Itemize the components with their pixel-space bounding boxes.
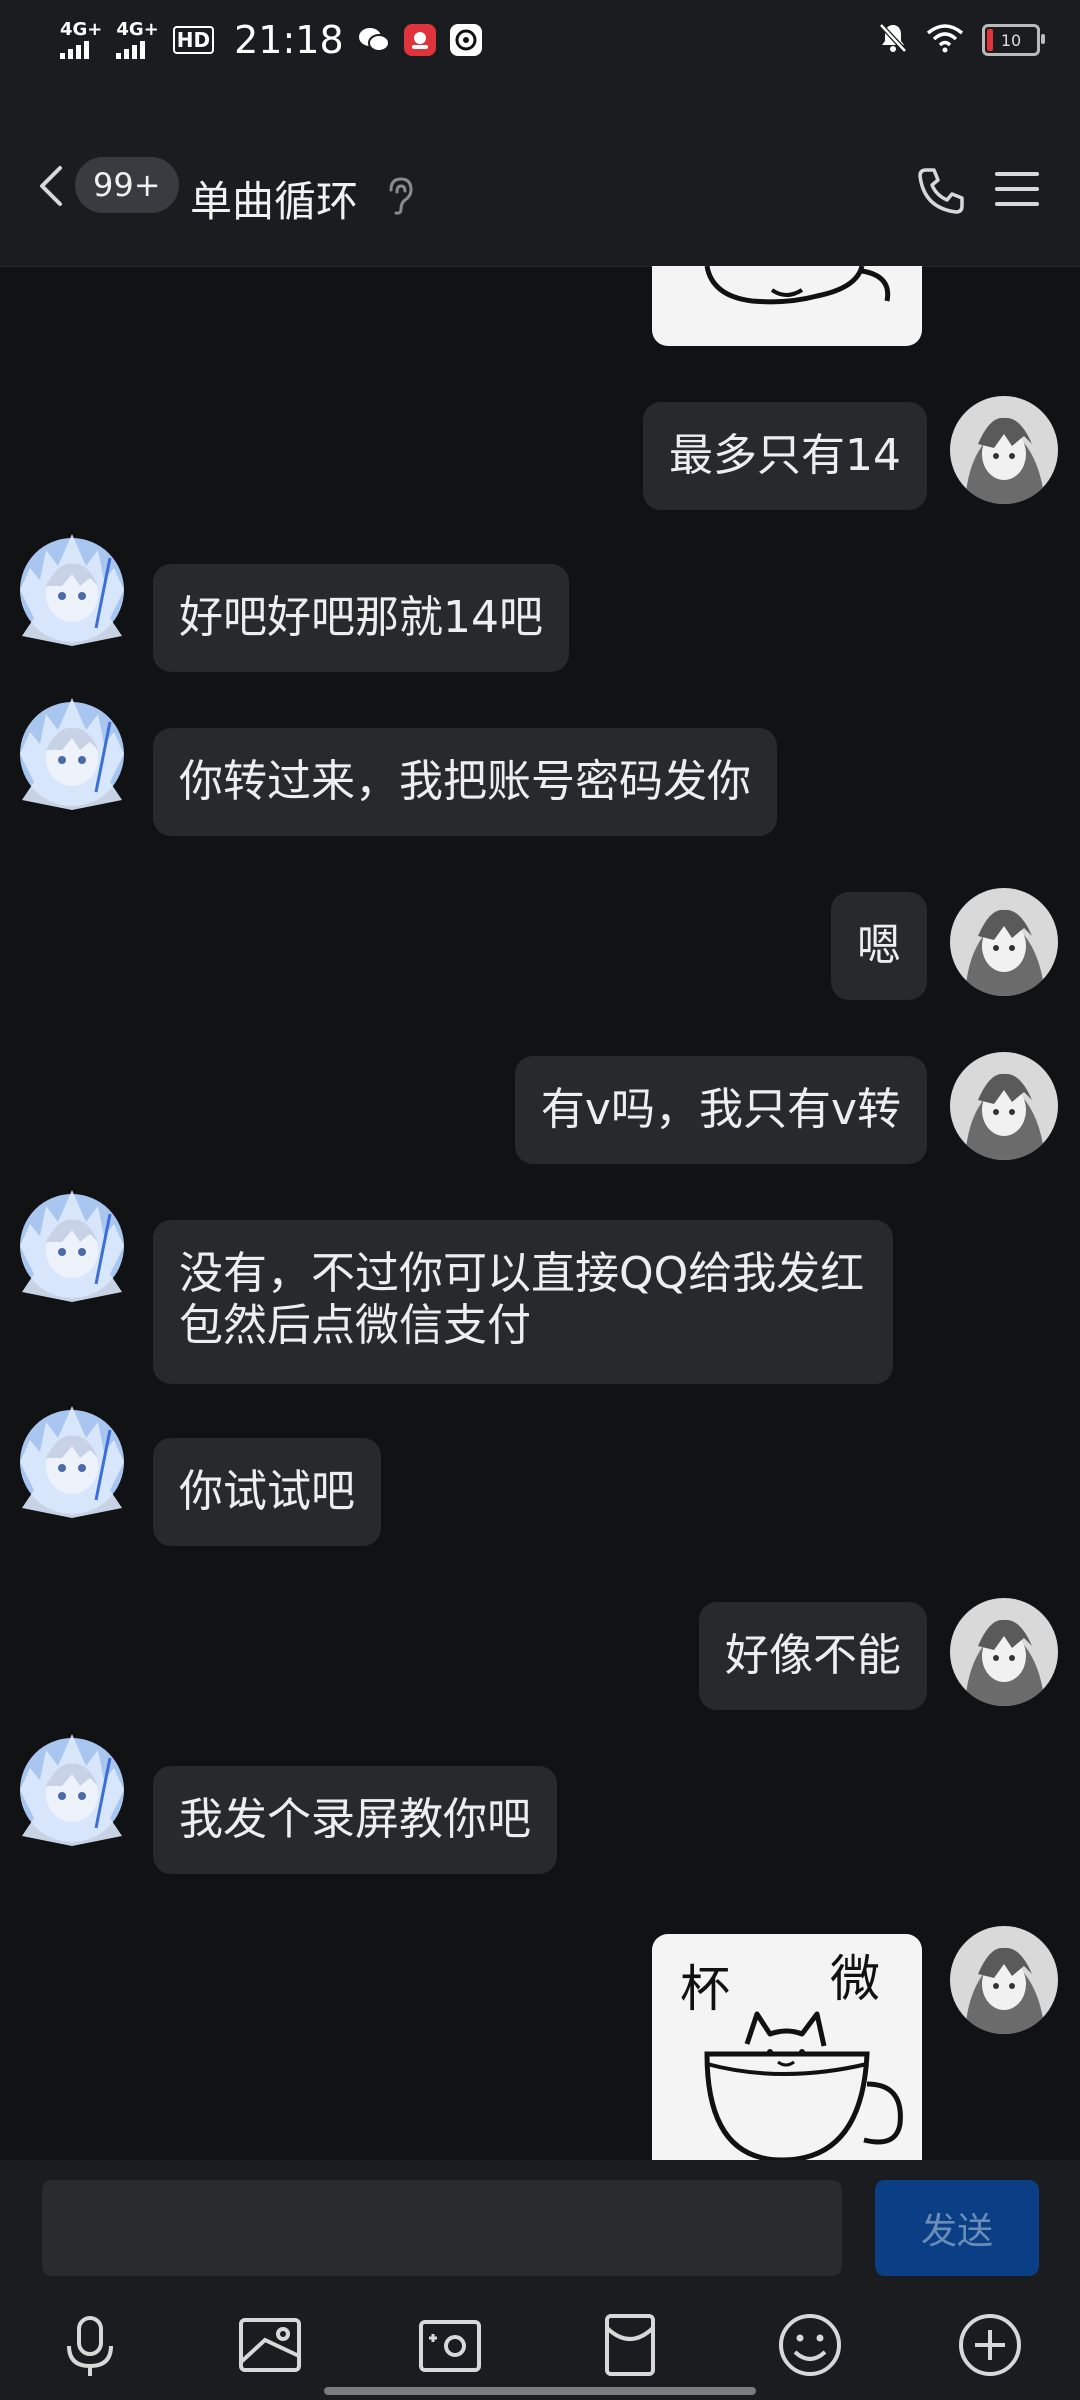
my-avatar[interactable] — [950, 1598, 1058, 1706]
chat-header: 99+ 单曲循环 — [0, 86, 1080, 267]
image-icon[interactable] — [235, 2310, 305, 2380]
contact-avatar[interactable] — [10, 528, 134, 652]
contact-avatar[interactable] — [10, 1728, 134, 1852]
my-avatar[interactable] — [950, 888, 1058, 996]
contact-avatar[interactable] — [10, 1184, 134, 1308]
incoming-message[interactable]: 好吧好吧那就14吧 — [153, 564, 569, 672]
phone-call-button[interactable] — [914, 164, 968, 218]
network-type-label: 4G+ — [116, 19, 159, 40]
hd-voice-badge: HD — [172, 26, 215, 54]
camera-icon[interactable] — [415, 2310, 485, 2380]
signal-bars-icon — [60, 41, 89, 59]
battery-level: 10 — [1000, 30, 1022, 50]
outgoing-message[interactable]: 嗯 — [831, 892, 927, 1000]
mute-icon — [878, 22, 908, 58]
network-type-label: 4G+ — [60, 19, 103, 40]
sticker-message[interactable] — [652, 266, 922, 346]
plus-icon[interactable] — [955, 2310, 1025, 2380]
unread-count-badge[interactable]: 99+ — [75, 157, 179, 213]
back-button[interactable] — [30, 164, 74, 208]
signal-indicator-1: 4G+ — [60, 21, 102, 59]
my-avatar[interactable] — [950, 396, 1058, 504]
emoji-icon[interactable] — [775, 2310, 845, 2380]
wifi-icon — [926, 23, 964, 57]
signal-indicator-2: 4G+ — [116, 19, 159, 59]
status-time: 21:18 — [234, 18, 344, 62]
input-bar: 发送 — [0, 2160, 1080, 2400]
incoming-message[interactable]: 你转过来，我把账号密码发你 — [153, 728, 777, 836]
incoming-message[interactable]: 你试试吧 — [153, 1438, 381, 1546]
incoming-message[interactable]: 我发个录屏教你吧 — [153, 1766, 557, 1874]
status-bar: 4G+ 4G+ HD 21:18 10 — [0, 0, 1080, 86]
outgoing-message[interactable]: 最多只有14 — [643, 402, 927, 510]
home-indicator[interactable] — [324, 2387, 756, 2395]
red-packet-icon[interactable] — [595, 2310, 665, 2380]
message-input[interactable] — [42, 2180, 842, 2276]
my-avatar[interactable] — [950, 1052, 1058, 1160]
cat-cup-sticker-image — [704, 266, 891, 305]
battery-icon: 10 — [982, 24, 1045, 56]
microphone-icon[interactable] — [55, 2310, 125, 2380]
send-button[interactable]: 发送 — [875, 2180, 1039, 2276]
wechat-notification-icon — [358, 24, 390, 56]
contact-avatar[interactable] — [10, 1400, 134, 1524]
contact-avatar[interactable] — [10, 692, 134, 816]
chat-title[interactable]: 单曲循环 — [190, 168, 358, 229]
sticker-message[interactable]: 杯 微 — [652, 1934, 922, 2160]
svg-text:微: 微 — [830, 1950, 880, 2008]
svg-text:杯: 杯 — [680, 1960, 730, 2018]
earpiece-mode-icon — [389, 177, 413, 215]
qq-browser-notification-icon — [449, 24, 482, 56]
app-notification-icon — [403, 24, 436, 56]
cat-cup-sticker-image: 杯 微 — [680, 1950, 903, 2160]
outgoing-message[interactable]: 好像不能 — [699, 1602, 927, 1710]
signal-bars-icon — [116, 41, 146, 59]
message-list[interactable]: 最多只有14 好吧好吧那就14吧 你转过来，我把账号密码发你 嗯 有v吗，我只有… — [0, 266, 1080, 2160]
menu-button[interactable] — [994, 166, 1040, 212]
incoming-message[interactable]: 没有，不过你可以直接QQ给我发红包然后点微信支付 — [153, 1220, 893, 1384]
outgoing-message[interactable]: 有v吗，我只有v转 — [514, 1056, 927, 1164]
my-avatar[interactable] — [950, 1926, 1058, 2034]
